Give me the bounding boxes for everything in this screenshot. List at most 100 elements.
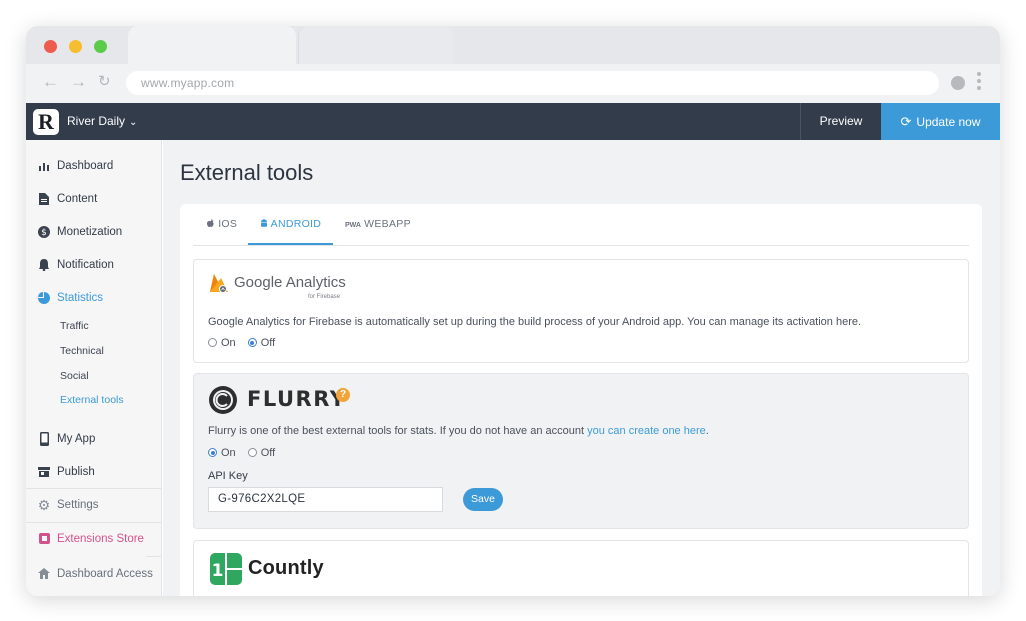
flurry-description-end: . — [705, 425, 709, 437]
sidebar-item-dashboard[interactable]: Dashboard — [26, 154, 162, 178]
browser-tab-active[interactable] — [128, 26, 296, 64]
radio-label: Off — [260, 337, 276, 349]
flurry-toggle: On Off — [208, 446, 284, 460]
page-title: External tools — [180, 160, 314, 185]
sidebar-divider — [146, 556, 162, 557]
back-arrow-icon[interactable]: ← — [42, 72, 59, 92]
sidebar-item-label: Notification — [57, 259, 114, 271]
sidebar-divider — [26, 522, 162, 523]
app-header: R River Daily ⌄ Preview ⟳ Update now — [26, 103, 1000, 140]
bell-icon — [37, 253, 51, 277]
ga-on-radio[interactable] — [208, 338, 217, 347]
google-analytics-subtitle: for Firebase — [308, 294, 341, 300]
apple-icon — [207, 218, 218, 230]
phone-icon — [37, 427, 51, 451]
flurry-on-radio[interactable] — [208, 448, 217, 457]
api-key-input[interactable]: G-976C2X2LQE — [208, 487, 443, 512]
bar-chart-icon — [37, 154, 51, 178]
sidebar-item-content[interactable]: Content — [26, 187, 162, 211]
sidebar-item-notification[interactable]: Notification — [26, 253, 162, 277]
main-content: External tools IOS ANDROID PWA WEBAPP Go… — [163, 140, 1000, 596]
puzzle-icon — [37, 527, 51, 551]
google-analytics-description: Google Analytics for Firebase is automat… — [208, 316, 862, 328]
platform-tabs: IOS ANDROID PWA WEBAPP — [193, 204, 969, 246]
app-name: River Daily — [67, 114, 126, 128]
sidebar-item-label: Settings — [57, 499, 99, 511]
firebase-flame-icon — [210, 274, 228, 293]
browser-window: ← → ↻ www.myapp.com R River Daily ⌄ Previ… — [26, 26, 1000, 596]
svg-text:$: $ — [41, 228, 47, 238]
sidebar-item-dashboard-access[interactable]: Dashboard Access — [26, 562, 162, 586]
tab-label: WEBAPP — [364, 218, 411, 230]
tab-android[interactable]: ANDROID — [260, 218, 321, 230]
save-button[interactable]: Save — [463, 488, 503, 511]
countly-logo-icon: 1 — [210, 553, 242, 585]
flurry-card: FLURRY ? Flurry is one of the best exter… — [193, 373, 969, 529]
app-switcher[interactable]: River Daily ⌄ — [67, 103, 137, 140]
flurry-name: FLURRY — [247, 387, 347, 411]
browser-toolbar: ← → ↻ www.myapp.com — [26, 64, 1000, 103]
google-analytics-toggle: On Off — [208, 336, 284, 350]
sidebar-item-label: Dashboard — [57, 160, 114, 172]
flurry-description-text: Flurry is one of the best external tools… — [208, 425, 588, 437]
create-account-link[interactable]: you can create one here — [587, 425, 706, 437]
url-bar[interactable]: www.myapp.com — [126, 71, 939, 95]
sidebar-item-publish[interactable]: Publish — [26, 460, 162, 484]
chevron-down-icon: ⌄ — [129, 117, 138, 128]
browser-tab[interactable] — [298, 26, 454, 64]
flurry-off-radio[interactable] — [247, 448, 257, 457]
flurry-description: Flurry is one of the best external tools… — [208, 425, 709, 437]
countly-name: Countly — [248, 557, 324, 579]
forward-arrow-icon[interactable]: → — [70, 72, 87, 92]
gear-icon: ⚙ — [37, 497, 51, 513]
document-icon — [37, 187, 51, 211]
svg-text:1: 1 — [212, 561, 224, 581]
tab-ios[interactable]: IOS — [207, 218, 237, 230]
countly-card: 1 Countly — [193, 540, 969, 596]
google-analytics-card: Google Analytics for Firebase Google Ana… — [193, 259, 969, 363]
sidebar-subitem-external-tools[interactable]: External tools — [60, 390, 124, 410]
active-tab-indicator — [248, 243, 333, 245]
sidebar-item-label: Statistics — [57, 292, 104, 304]
sidebar-subitem-technical[interactable]: Technical — [60, 341, 104, 361]
update-now-label: Update now — [916, 115, 981, 129]
radio-label: Off — [260, 447, 276, 459]
maximize-window-button[interactable] — [94, 40, 107, 53]
sidebar-item-monetization[interactable]: $ Monetization — [26, 220, 162, 244]
app-logo: R — [33, 109, 59, 135]
radio-label: On — [221, 447, 236, 459]
sidebar: Dashboard Content $ Monetization Notific… — [26, 140, 162, 596]
reload-icon[interactable]: ↻ — [98, 72, 111, 92]
pie-chart-icon — [37, 286, 51, 310]
sidebar-item-label: My App — [57, 433, 96, 445]
sidebar-subitem-social[interactable]: Social — [60, 366, 89, 386]
external-tools-panel: IOS ANDROID PWA WEBAPP Google Analytics … — [180, 204, 982, 596]
api-key-label: API Key — [208, 470, 248, 482]
tab-label: ANDROID — [270, 218, 322, 230]
sync-icon: ⟳ — [900, 114, 912, 129]
preview-button[interactable]: Preview — [800, 103, 881, 140]
sidebar-item-label: Content — [57, 193, 98, 205]
tab-webapp[interactable]: PWA WEBAPP — [345, 218, 411, 230]
kebab-menu-icon[interactable] — [977, 72, 982, 93]
help-icon[interactable]: ? — [336, 388, 350, 402]
close-window-button[interactable] — [44, 40, 57, 53]
sidebar-divider — [26, 488, 162, 489]
pwa-icon: PWA — [345, 222, 361, 229]
sidebar-item-statistics[interactable]: Statistics — [26, 286, 162, 310]
store-icon — [37, 460, 51, 484]
google-analytics-name: Google Analytics — [234, 274, 346, 291]
sidebar-item-settings[interactable]: ⚙ Settings — [26, 493, 162, 517]
update-now-button[interactable]: ⟳ Update now — [881, 103, 1000, 140]
radio-label: On — [221, 337, 236, 349]
browser-tab-bar — [26, 26, 1000, 64]
sidebar-subitem-traffic[interactable]: Traffic — [60, 316, 89, 336]
dollar-icon: $ — [37, 220, 51, 244]
profile-icon[interactable] — [951, 76, 965, 90]
minimize-window-button[interactable] — [69, 40, 82, 53]
sidebar-item-extensions-store[interactable]: Extensions Store — [26, 527, 162, 551]
home-icon — [37, 562, 51, 586]
ga-off-radio[interactable] — [247, 338, 257, 347]
sidebar-item-label: Extensions Store — [57, 533, 144, 545]
sidebar-item-my-app[interactable]: My App — [26, 427, 162, 451]
